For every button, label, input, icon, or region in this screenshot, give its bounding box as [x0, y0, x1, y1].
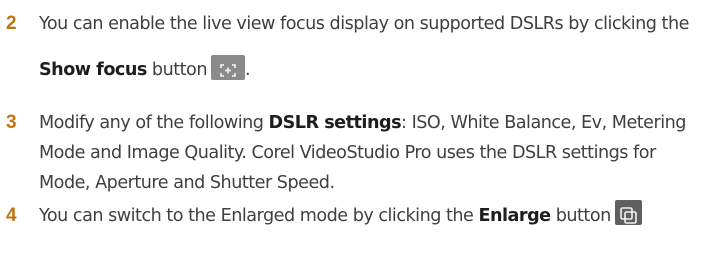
step-text: You can enable the live view focus displ…: [39, 1, 711, 93]
step-text: Modify any of the following DSLR setting…: [39, 108, 711, 198]
show-focus-button-icon[interactable]: [210, 54, 245, 80]
step-text-before: You can switch to the Enlarged mode by c…: [39, 206, 479, 226]
step-number: 3: [6, 112, 17, 133]
step-number: 2: [6, 13, 17, 34]
enlarge-label: Enlarge: [478, 206, 551, 226]
step-text-after: button: [146, 60, 208, 80]
show-focus-icon: [220, 63, 236, 77]
step-text: You can switch to the Enlarged mode by c…: [39, 193, 711, 239]
step-text-before: You can enable the live view focus displ…: [39, 14, 689, 34]
enlarge-icon: [619, 206, 637, 224]
manual-page: { "steps": [ { "number": "2", "text_befo…: [0, 0, 716, 266]
step-number: 4: [6, 205, 17, 226]
dslr-settings-label: DSLR settings: [268, 113, 402, 133]
step-trailing: .: [244, 60, 251, 80]
step-text-after: button: [550, 206, 612, 226]
show-focus-label: Show focus: [39, 60, 147, 80]
step-text-before: Modify any of the following: [39, 113, 269, 133]
enlarge-button-icon[interactable]: [614, 199, 642, 225]
